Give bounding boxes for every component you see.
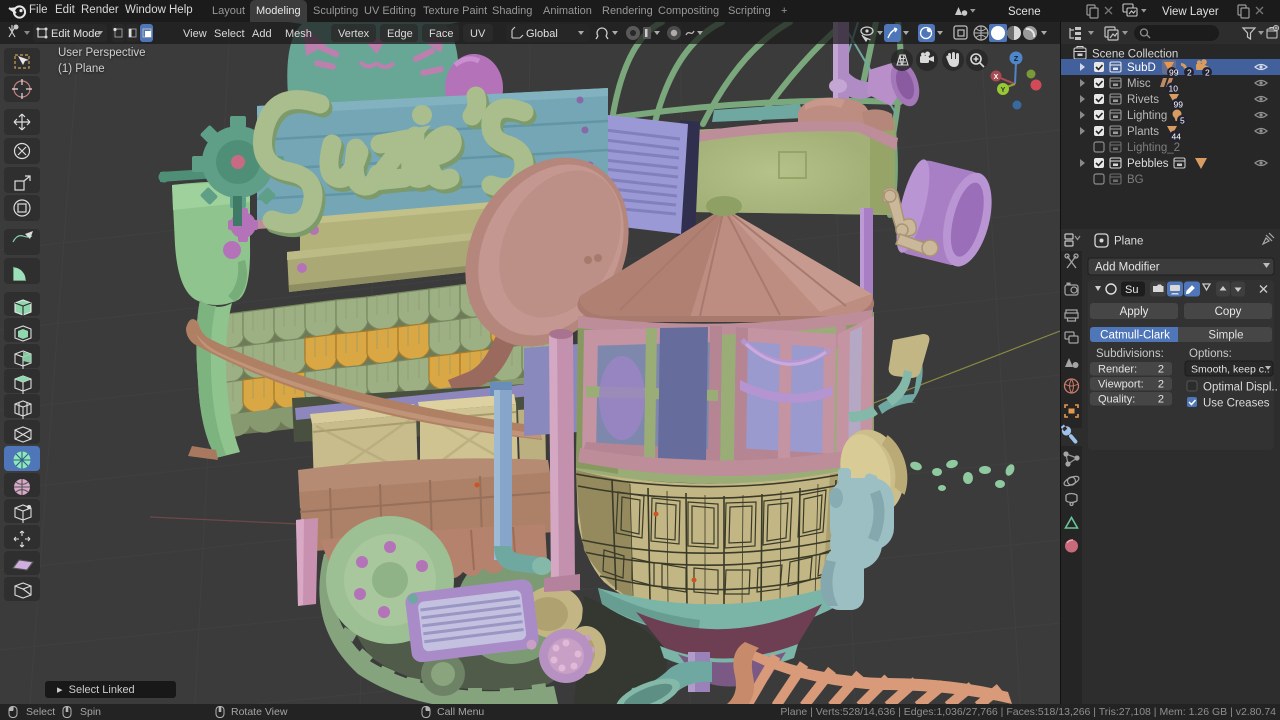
svg-text:UV: UV (470, 28, 486, 40)
svg-text:Z: Z (1014, 54, 1019, 63)
svg-text:Face: Face (429, 28, 453, 40)
svg-text:Optimal Displ..: Optimal Displ.. (1203, 382, 1278, 394)
svg-text:2: 2 (1158, 364, 1164, 376)
svg-text:Edge: Edge (387, 28, 413, 40)
svg-text:View Layer: View Layer (1162, 6, 1219, 18)
svg-text:Add: Add (252, 28, 272, 40)
svg-text:99: 99 (1169, 68, 1179, 78)
svg-text:2: 2 (1158, 394, 1164, 406)
svg-text:Quality:: Quality: (1098, 394, 1135, 406)
svg-text:Viewport:: Viewport: (1098, 379, 1144, 391)
svg-text:Render:: Render: (1098, 364, 1137, 376)
svg-text:Select: Select (214, 28, 245, 40)
svg-text:X: X (994, 74, 999, 81)
svg-text:SubD: SubD (1127, 62, 1156, 74)
svg-text:Options:: Options: (1189, 348, 1232, 360)
svg-text:Simple: Simple (1208, 330, 1243, 342)
svg-text:44: 44 (1172, 132, 1182, 142)
svg-text:Vertex: Vertex (338, 28, 370, 40)
svg-text:Y: Y (1001, 87, 1006, 94)
svg-text:Pebbles: Pebbles (1127, 158, 1169, 170)
svg-text:Su: Su (1125, 284, 1138, 296)
svg-text:Copy: Copy (1215, 306, 1242, 318)
svg-text:Misc: Misc (1127, 78, 1151, 90)
svg-text:Scene Collection: Scene Collection (1092, 49, 1178, 61)
svg-text:Mesh: Mesh (285, 28, 312, 40)
svg-text:Apply: Apply (1120, 306, 1149, 318)
svg-text:Plants: Plants (1127, 126, 1159, 138)
svg-text:BG: BG (1127, 174, 1144, 186)
svg-text:Edit Mode: Edit Mode (51, 28, 101, 40)
svg-text:Scene: Scene (1008, 6, 1041, 18)
svg-text:Lighting_2: Lighting_2 (1127, 142, 1180, 154)
svg-text:Plane: Plane (1114, 236, 1143, 248)
svg-text:View: View (183, 28, 207, 40)
svg-text:Subdivisions:: Subdivisions: (1096, 348, 1164, 360)
svg-text:2: 2 (1187, 68, 1192, 78)
svg-text:Catmull-Clark: Catmull-Clark (1100, 330, 1170, 342)
svg-text:Add Modifier: Add Modifier (1095, 262, 1160, 274)
svg-text:5: 5 (1180, 116, 1185, 126)
svg-text:Use Creases: Use Creases (1203, 398, 1270, 410)
svg-text:Global: Global (526, 28, 558, 40)
svg-text:2: 2 (1205, 68, 1210, 78)
svg-text:Lighting: Lighting (1127, 110, 1167, 122)
svg-text:2: 2 (1158, 379, 1164, 391)
svg-text:10: 10 (1169, 84, 1179, 94)
svg-text:99: 99 (1174, 100, 1184, 110)
svg-text:Rivets: Rivets (1127, 94, 1159, 106)
svg-text:Smooth, keep c..: Smooth, keep c.. (1191, 364, 1270, 376)
